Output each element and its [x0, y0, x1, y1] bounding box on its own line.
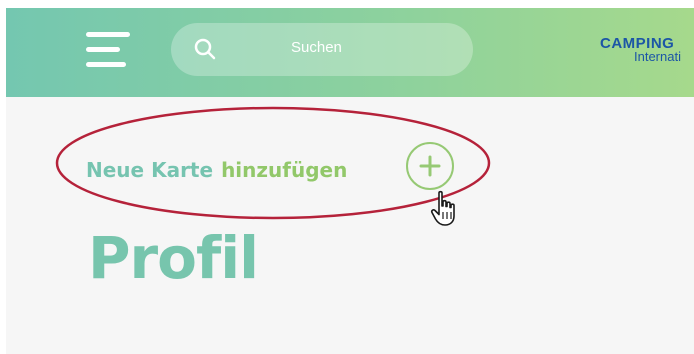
page-title: Profil: [88, 224, 259, 292]
menu-line: [86, 47, 120, 52]
add-card-label-part1: Neue Karte: [86, 158, 214, 182]
top-bar: Suchen CAMPING Internati: [6, 8, 694, 97]
plus-icon: [419, 155, 441, 177]
add-card-button[interactable]: [406, 142, 454, 190]
menu-icon[interactable]: [86, 32, 132, 68]
brand-logo[interactable]: CAMPING Internati: [600, 36, 694, 63]
add-card-label-part2: hinzufügen: [221, 158, 348, 182]
search-placeholder: Suchen: [291, 39, 342, 56]
menu-line: [86, 32, 130, 37]
app-frame: Suchen CAMPING Internati Neue Karte hinz…: [6, 8, 694, 354]
search-icon: [194, 38, 216, 60]
menu-line: [86, 62, 126, 67]
add-card-link[interactable]: Neue Karte hinzufügen: [86, 146, 347, 194]
search-field[interactable]: Suchen: [171, 23, 473, 76]
hand-cursor-icon: [430, 190, 455, 226]
